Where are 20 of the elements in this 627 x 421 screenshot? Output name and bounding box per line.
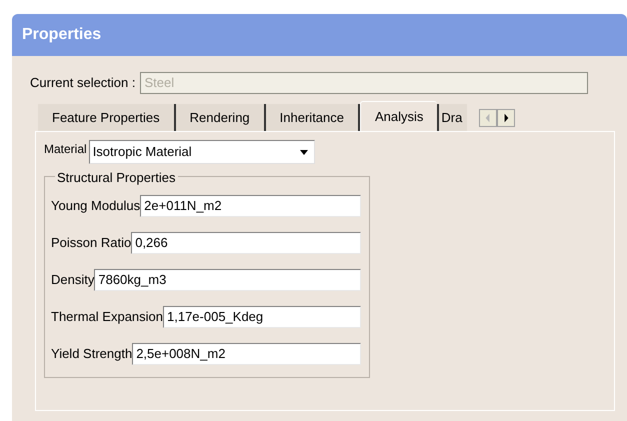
property-field[interactable]: 2e+011N_m2	[140, 195, 361, 217]
material-dropdown[interactable]: Isotropic Material	[88, 140, 315, 164]
field-label: Young Modulus	[51, 197, 140, 216]
tab[interactable]: Rendering	[176, 104, 266, 131]
property-field[interactable]: 7860kg_m3	[94, 269, 361, 291]
field-label: Current selection :	[30, 74, 136, 92]
tab[interactable]: Analysis	[360, 101, 438, 131]
field-label: Thermal Expansion	[51, 308, 163, 326]
property-field[interactable]: 2,5e+008N_m2	[132, 343, 361, 365]
field-label: Density	[51, 271, 94, 290]
property-field[interactable]: 1,17e-005_Kdeg	[163, 306, 361, 328]
field-label: Poisson Ratio	[51, 234, 132, 252]
tab[interactable]: Feature Properties	[38, 104, 176, 131]
scroll-right-button[interactable]	[497, 109, 516, 127]
field-label: Material	[44, 141, 87, 158]
tab[interactable]: Dra	[437, 104, 468, 131]
property-field[interactable]: 0,266	[131, 232, 361, 254]
field-label: Yield Strength	[51, 345, 132, 364]
tab[interactable]: Inheritance	[266, 104, 360, 131]
window-title: Properties	[22, 25, 102, 45]
